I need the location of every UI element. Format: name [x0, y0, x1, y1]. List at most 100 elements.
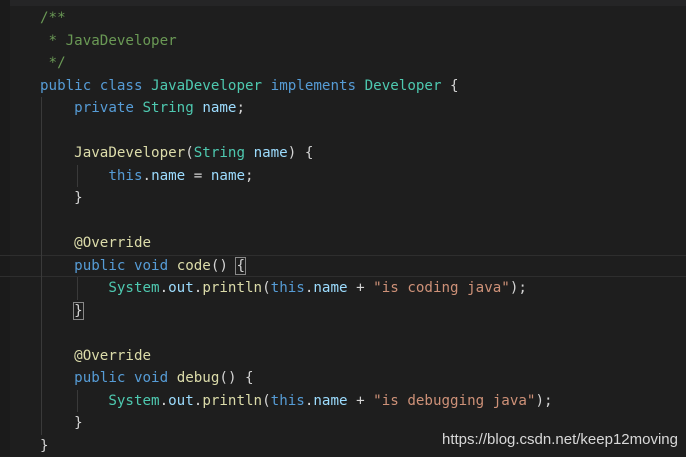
code-token: public	[40, 78, 91, 94]
code-token: name	[211, 168, 245, 184]
code-token	[40, 258, 74, 274]
code-token: System	[108, 280, 159, 296]
code-area[interactable]: /** * JavaDeveloper */ public class JavaD…	[40, 7, 686, 457]
code-token: }	[74, 303, 83, 319]
code-line[interactable]: }	[40, 300, 686, 323]
code-token: out	[168, 280, 194, 296]
code-line[interactable]: this.name = name;	[40, 165, 686, 188]
code-line[interactable]: }	[40, 187, 686, 210]
code-token: +	[348, 280, 374, 296]
code-token: name	[313, 280, 347, 296]
code-token: JavaDeveloper	[74, 145, 185, 161]
code-token: (	[262, 393, 271, 409]
code-line[interactable]: System.out.println(this.name + "is codin…	[40, 277, 686, 300]
code-token: =	[185, 168, 211, 184]
code-line[interactable]: private String name;	[40, 97, 686, 120]
code-token: implements	[271, 78, 356, 94]
indent-guide	[77, 165, 78, 188]
code-token	[168, 258, 177, 274]
code-token: "is debugging java"	[373, 393, 535, 409]
code-token	[262, 78, 271, 94]
code-token	[40, 100, 74, 116]
code-token: }	[40, 190, 83, 206]
code-token: ;	[245, 168, 254, 184]
code-token: }	[40, 438, 49, 454]
code-token: this	[108, 168, 142, 184]
code-token: String	[194, 145, 245, 161]
code-token	[245, 145, 254, 161]
code-token: System	[108, 393, 159, 409]
code-token: );	[535, 393, 552, 409]
code-token: "is coding java"	[373, 280, 510, 296]
code-token: {	[236, 258, 245, 274]
code-token: +	[348, 393, 374, 409]
code-token: name	[254, 145, 288, 161]
code-token: (	[185, 145, 194, 161]
code-token	[91, 78, 100, 94]
code-line[interactable]	[40, 210, 686, 233]
indent-guide	[77, 390, 78, 413]
watermark-text: https://blog.csdn.net/keep12moving	[442, 431, 678, 448]
code-token: @Override	[74, 348, 151, 364]
code-token: name	[151, 168, 185, 184]
code-line[interactable]: @Override	[40, 345, 686, 368]
code-token: .	[160, 393, 169, 409]
code-token: out	[168, 393, 194, 409]
code-token	[125, 258, 134, 274]
code-token: */	[40, 55, 66, 71]
code-token: );	[510, 280, 527, 296]
code-line[interactable]: /**	[40, 7, 686, 30]
code-token	[40, 303, 74, 319]
code-token	[168, 370, 177, 386]
indent-guide	[77, 277, 78, 300]
code-token: this	[271, 280, 305, 296]
code-token: name	[313, 393, 347, 409]
code-token	[40, 393, 108, 409]
code-token	[356, 78, 365, 94]
code-token: public	[74, 370, 125, 386]
line-number-gutter	[0, 0, 10, 456]
code-line[interactable]: public class JavaDeveloper implements De…	[40, 75, 686, 98]
code-line[interactable]: public void code() {	[40, 255, 686, 278]
code-line[interactable]	[40, 322, 686, 345]
code-token: @Override	[74, 235, 151, 251]
code-token: println	[202, 280, 262, 296]
code-token: class	[100, 78, 143, 94]
code-token: void	[134, 370, 168, 386]
code-token: Developer	[365, 78, 442, 94]
code-token: .	[143, 168, 152, 184]
code-token: }	[40, 415, 83, 431]
code-line[interactable]: JavaDeveloper(String name) {	[40, 142, 686, 165]
code-token: () {	[219, 370, 253, 386]
code-editor[interactable]: /** * JavaDeveloper */ public class JavaD…	[0, 0, 686, 456]
code-token: ;	[236, 100, 245, 116]
indent-guide	[41, 97, 42, 435]
code-token: .	[160, 280, 169, 296]
code-token	[40, 280, 108, 296]
code-token	[40, 168, 108, 184]
code-token	[143, 78, 152, 94]
code-line[interactable]: @Override	[40, 232, 686, 255]
code-line[interactable]: System.out.println(this.name + "is debug…	[40, 390, 686, 413]
code-token	[40, 235, 74, 251]
code-token: String	[143, 100, 194, 116]
code-token: /**	[40, 10, 66, 26]
code-token: (	[262, 280, 271, 296]
code-token	[40, 145, 74, 161]
code-token: {	[442, 78, 459, 94]
code-token: debug	[177, 370, 220, 386]
code-token	[125, 370, 134, 386]
code-line[interactable]: public void debug() {	[40, 367, 686, 390]
code-token: println	[202, 393, 262, 409]
code-token: * JavaDeveloper	[40, 33, 177, 49]
code-line[interactable]	[40, 120, 686, 143]
code-token: void	[134, 258, 168, 274]
code-token: ) {	[288, 145, 314, 161]
code-token: public	[74, 258, 125, 274]
code-token: code	[177, 258, 211, 274]
code-line[interactable]: * JavaDeveloper	[40, 30, 686, 53]
code-token: private	[74, 100, 134, 116]
code-token: ()	[211, 258, 237, 274]
code-line[interactable]: */	[40, 52, 686, 75]
code-token	[40, 348, 74, 364]
